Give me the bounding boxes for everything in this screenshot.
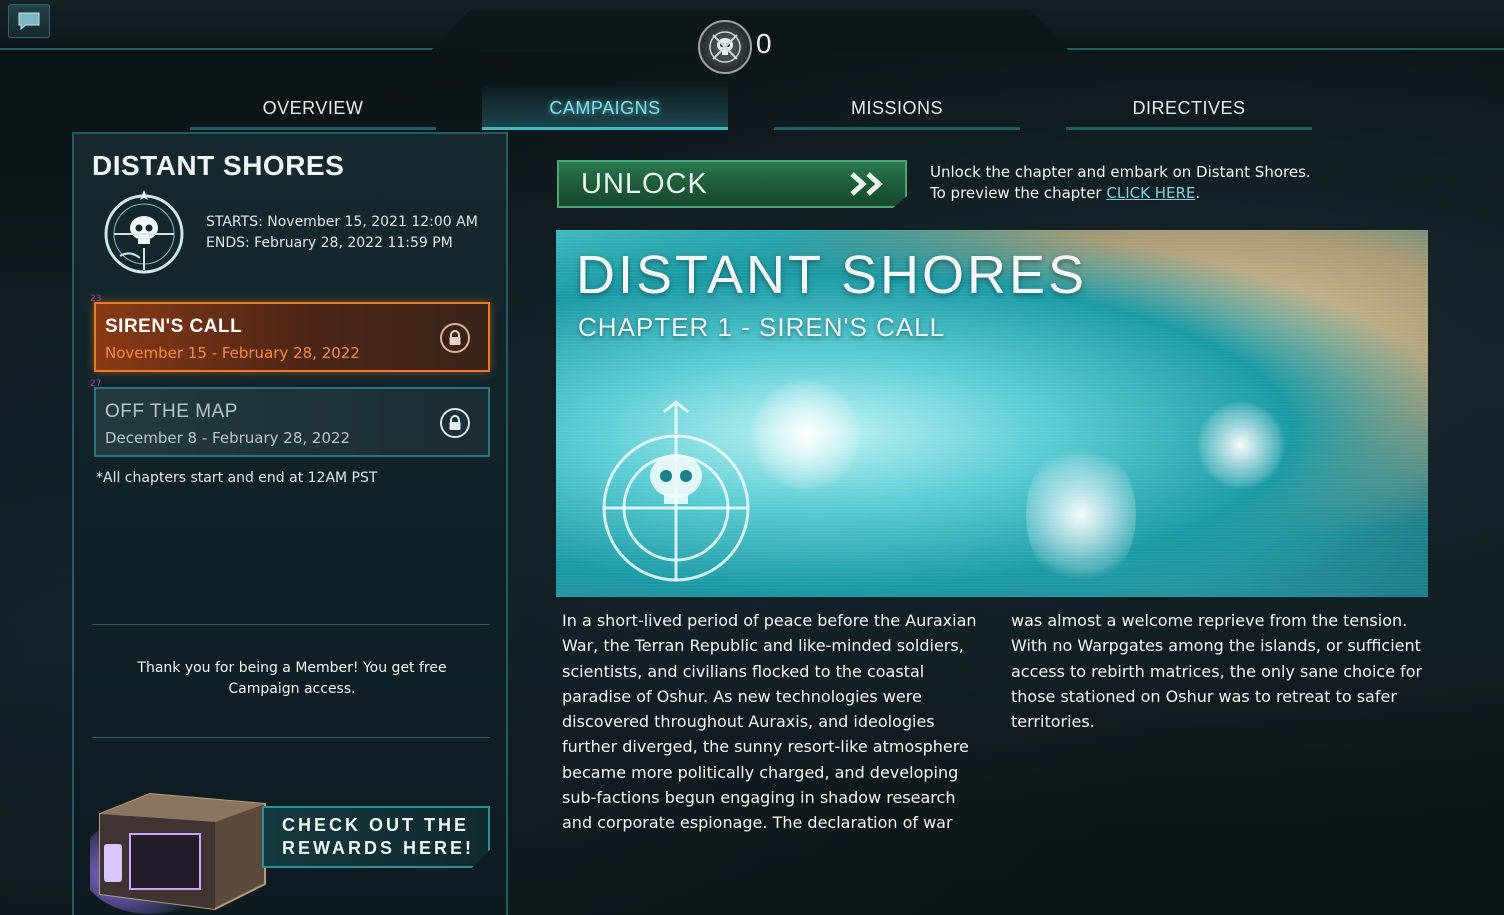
tab-underline [482, 127, 728, 130]
chapter-name: OFF THE MAP [105, 401, 238, 422]
rewards-line-2: REWARDS HERE! [282, 838, 475, 858]
chat-bubble-icon [18, 12, 40, 31]
member-message: Thank you for being a Member! You get fr… [137, 660, 447, 697]
tab-underline [190, 127, 436, 130]
water-splash [1026, 440, 1136, 590]
tab-campaigns[interactable]: CAMPAIGNS [482, 86, 728, 130]
tab-label: DIRECTIVES [1132, 97, 1246, 118]
nav-tabs: OVERVIEW CAMPAIGNS MISSIONS DIRECTIVES [166, 86, 1336, 130]
unlock-info-prefix: To preview the chapter [930, 184, 1107, 202]
campaign-title: DISTANT SHORES [92, 150, 345, 181]
lock-icon [440, 323, 470, 353]
chapters-footnote: *All chapters start and end at 12AM PST [96, 470, 378, 486]
campaign-emblem-icon [104, 190, 184, 274]
campaign-start-date: STARTS: November 15, 2021 12:00 AM [206, 214, 478, 230]
tab-underline [1066, 127, 1312, 130]
chapter-card-off-the-map[interactable]: OFF THE MAP December 8 - February 28, 20… [94, 387, 490, 457]
tab-label: OVERVIEW [262, 97, 364, 118]
rewards-line-1: CHECK OUT THE [282, 815, 469, 835]
chat-button[interactable] [8, 4, 50, 38]
chapter-description-col-1: In a short-lived period of peace before … [562, 611, 977, 833]
tab-label: MISSIONS [850, 97, 943, 118]
lock-icon [440, 408, 470, 438]
unlock-info-suffix: . [1195, 184, 1201, 202]
skull-emblem-icon [698, 20, 752, 74]
chapter-hero-image: DISTANT SHORES CHAPTER 1 - SIREN'S CALL [556, 230, 1428, 597]
unlock-info-line-2: To preview the chapter CLICK HERE. [930, 183, 1311, 204]
chapter-description-col-2: was almost a welcome reprieve from the t… [1011, 611, 1423, 732]
divider [92, 624, 490, 625]
chapter-dates: December 8 - February 28, 2022 [105, 429, 351, 447]
check-rewards-button[interactable]: CHECK OUT THE REWARDS HERE! [262, 806, 490, 868]
campaign-end-date: ENDS: February 28, 2022 11:59 PM [206, 235, 453, 251]
tab-directives[interactable]: DIRECTIVES [1066, 86, 1312, 130]
tab-label: CAMPAIGNS [549, 97, 661, 118]
tab-missions[interactable]: MISSIONS [774, 86, 1020, 130]
unlock-info-line-1: Unlock the chapter and embark on Distant… [930, 163, 1311, 181]
unlock-info: Unlock the chapter and embark on Distant… [930, 162, 1311, 204]
campaign-sidebar: DISTANT SHORES STARTS: November 15, 2021… [72, 132, 508, 915]
divider [92, 737, 490, 738]
unlock-button[interactable]: UNLOCK [557, 160, 907, 208]
unlock-label: UNLOCK [581, 167, 708, 200]
water-splash [1196, 400, 1286, 490]
reward-crate-image[interactable] [90, 774, 270, 914]
chapter-card-sirens-call[interactable]: SIREN'S CALL November 15 - February 28, … [94, 302, 490, 372]
preview-chapter-link[interactable]: CLICK HERE [1106, 184, 1195, 202]
tab-overview[interactable]: OVERVIEW [190, 86, 436, 130]
chapter-dates: November 15 - February 28, 2022 [105, 344, 360, 362]
currency-value: 0 [756, 28, 772, 59]
faction-skull-emblem-icon [602, 400, 750, 582]
tab-underline [774, 127, 1020, 130]
hero-title: DISTANT SHORES [576, 245, 1088, 305]
double-chevron-right-icon [850, 172, 883, 196]
campaign-dates: STARTS: November 15, 2021 12:00 AM ENDS:… [206, 212, 478, 254]
chapter-name: SIREN'S CALL [105, 316, 243, 337]
hero-subtitle: CHAPTER 1 - SIREN'S CALL [578, 312, 946, 342]
